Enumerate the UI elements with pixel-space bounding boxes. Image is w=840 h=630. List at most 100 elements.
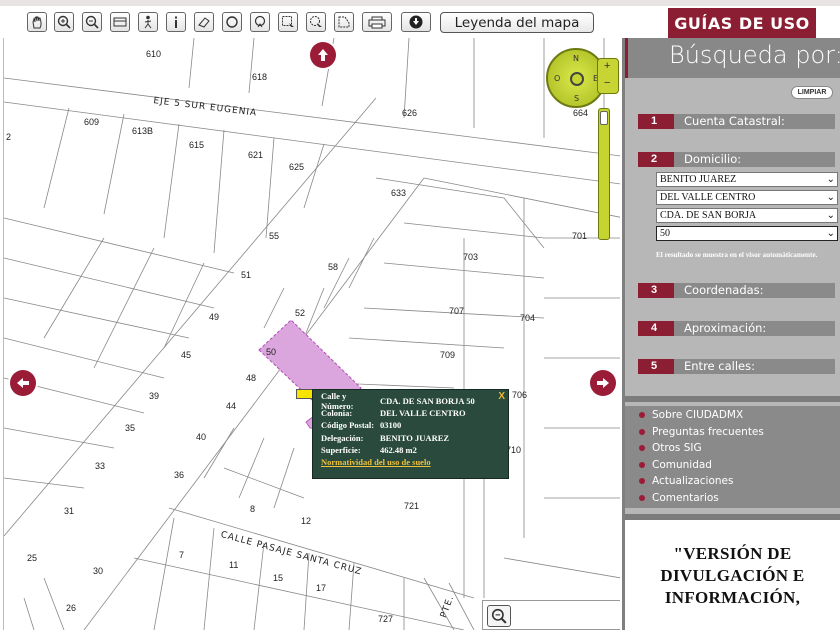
pan-hand-icon[interactable] bbox=[27, 12, 47, 32]
version-line: DIVULGACIÓN E bbox=[660, 566, 805, 585]
pan-north-button[interactable] bbox=[310, 42, 336, 68]
chevron-down-icon: ⌄ bbox=[826, 174, 835, 185]
popup-value: 03100 bbox=[380, 420, 402, 431]
section-aproximacion[interactable]: 4 Aproximación: bbox=[638, 321, 835, 336]
lot-label: 706 bbox=[512, 390, 528, 400]
map-view[interactable]: 610 618 626 664 609 613B 615 621 625 2 6… bbox=[3, 38, 620, 630]
section-domicilio[interactable]: 2 Domicilio: bbox=[638, 152, 835, 167]
link-preguntas[interactable]: Preguntas frecuentes bbox=[639, 426, 764, 438]
compass-south[interactable]: S bbox=[574, 94, 579, 103]
version-line: INFORMACIÓN, bbox=[664, 588, 801, 607]
popup-key: Código Postal: bbox=[321, 420, 375, 431]
lot-label: 721 bbox=[404, 501, 420, 511]
section-label: Cuenta Catastral: bbox=[684, 114, 785, 128]
lot-label: 8 bbox=[250, 504, 256, 514]
lot-label: 31 bbox=[64, 506, 75, 516]
lot-label: 704 bbox=[520, 313, 536, 323]
zoom-slider[interactable] bbox=[598, 108, 610, 240]
lot-label: 701 bbox=[572, 231, 588, 241]
result-note: El resultado se muestra en el visor auto… bbox=[656, 251, 818, 259]
lot-label: 33 bbox=[95, 461, 106, 471]
select-circle-icon[interactable] bbox=[306, 12, 326, 32]
full-extent-icon[interactable] bbox=[110, 12, 130, 32]
lot-label: 40 bbox=[196, 432, 207, 442]
zoom-in-icon[interactable] bbox=[54, 12, 74, 32]
link-label: Comentarios bbox=[652, 492, 719, 504]
chevron-down-icon: ⌄ bbox=[826, 210, 835, 221]
select-value: DEL VALLE CENTRO bbox=[660, 192, 756, 203]
chevron-down-icon: ⌄ bbox=[826, 192, 835, 203]
refresh-icon[interactable] bbox=[222, 12, 242, 32]
compass-center[interactable] bbox=[570, 72, 584, 86]
select-value: CDA. DE SAN BORJA bbox=[660, 210, 757, 221]
lot-label: 55 bbox=[269, 231, 280, 241]
compass-west[interactable]: O bbox=[554, 74, 560, 83]
lot-label: 52 bbox=[295, 308, 306, 318]
link-label: Preguntas frecuentes bbox=[652, 426, 764, 438]
overview-zoom-button[interactable] bbox=[487, 605, 511, 627]
select-rect-icon[interactable] bbox=[278, 12, 298, 32]
panel-header: Búsqueda por: bbox=[625, 38, 840, 78]
overview-box bbox=[482, 600, 620, 630]
calle-select[interactable]: CDA. DE SAN BORJA ⌄ bbox=[656, 208, 838, 223]
map-toolbar: Leyenda del mapa bbox=[0, 6, 620, 38]
link-actualizaciones[interactable]: Actualizaciones bbox=[639, 475, 733, 487]
arrow-left-icon bbox=[17, 378, 29, 388]
info-links: Sobre CIUDADMX Preguntas frecuentes Otro… bbox=[625, 406, 840, 508]
link-comentarios[interactable]: Comentarios bbox=[639, 492, 719, 504]
bullet-icon bbox=[639, 445, 645, 451]
lot-label: 50 bbox=[266, 347, 277, 357]
zoom-slider-handle[interactable] bbox=[600, 111, 608, 125]
lot-label: 15 bbox=[273, 573, 284, 583]
lot-label: 39 bbox=[149, 391, 160, 401]
section-cuenta-catastral[interactable]: 1 Cuenta Catastral: bbox=[638, 114, 835, 129]
land-use-link[interactable]: Normatividad del uso de suelo bbox=[321, 457, 508, 467]
street-view-icon[interactable] bbox=[138, 12, 158, 32]
clear-button[interactable]: LIMPIAR bbox=[791, 86, 833, 99]
magnifier-icon bbox=[491, 608, 507, 624]
zoom-in-button[interactable]: + bbox=[604, 60, 610, 72]
compass-north[interactable]: N bbox=[573, 54, 579, 63]
bullet-icon bbox=[639, 495, 645, 501]
link-otros-sig[interactable]: Otros SIG bbox=[639, 442, 702, 454]
section-label: Coordenadas: bbox=[684, 283, 764, 297]
select-polygon-icon[interactable] bbox=[334, 12, 354, 32]
link-comunidad[interactable]: Comunidad bbox=[639, 459, 712, 471]
guides-button[interactable]: GUÍAS DE USO bbox=[668, 8, 816, 38]
lot-label: 30 bbox=[93, 566, 104, 576]
pan-east-button[interactable] bbox=[590, 370, 616, 396]
download-icon[interactable] bbox=[401, 12, 431, 32]
lot-label: 26 bbox=[66, 603, 77, 613]
pan-west-button[interactable] bbox=[10, 370, 36, 396]
lot-label: 2 bbox=[6, 132, 12, 142]
lot-label: 610 bbox=[146, 49, 162, 59]
identify-icon[interactable] bbox=[250, 12, 270, 32]
lot-label: 35 bbox=[125, 423, 136, 433]
lot-label: 615 bbox=[189, 140, 205, 150]
info-icon[interactable] bbox=[166, 12, 186, 32]
print-icon[interactable] bbox=[362, 12, 392, 32]
colonia-select[interactable]: DEL VALLE CENTRO ⌄ bbox=[656, 190, 838, 205]
lot-label: 707 bbox=[449, 306, 465, 316]
popup-close-button[interactable]: X bbox=[498, 391, 505, 402]
lot-label: 12 bbox=[301, 516, 312, 526]
delegacion-select[interactable]: BENITO JUAREZ ⌄ bbox=[656, 172, 838, 187]
eraser-icon[interactable] bbox=[194, 12, 214, 32]
lot-label: 625 bbox=[289, 162, 305, 172]
zoom-out-button[interactable]: − bbox=[604, 77, 610, 89]
popup-row: Calle y Número: CDA. DE SAN BORJA 50 bbox=[321, 391, 508, 411]
section-entre-calles[interactable]: 5 Entre calles: bbox=[638, 359, 835, 374]
zoom-buttons[interactable]: + − bbox=[597, 58, 619, 94]
section-coordenadas[interactable]: 3 Coordenadas: bbox=[638, 283, 835, 298]
bullet-icon bbox=[639, 412, 645, 418]
legend-button[interactable]: Leyenda del mapa bbox=[440, 12, 594, 33]
lot-label: 664 bbox=[573, 108, 589, 118]
popup-row: Código Postal: 03100 bbox=[321, 419, 508, 431]
link-sobre-ciudadmx[interactable]: Sobre CIUDADMX bbox=[639, 409, 743, 421]
arrow-up-icon bbox=[318, 49, 328, 61]
zoom-out-icon[interactable] bbox=[82, 12, 102, 32]
numero-select[interactable]: 50 ⌄ bbox=[656, 226, 838, 241]
popup-key: Superficie: bbox=[321, 444, 361, 455]
lot-label: 621 bbox=[248, 150, 264, 160]
popup-value: BENITO JUAREZ bbox=[380, 432, 450, 443]
